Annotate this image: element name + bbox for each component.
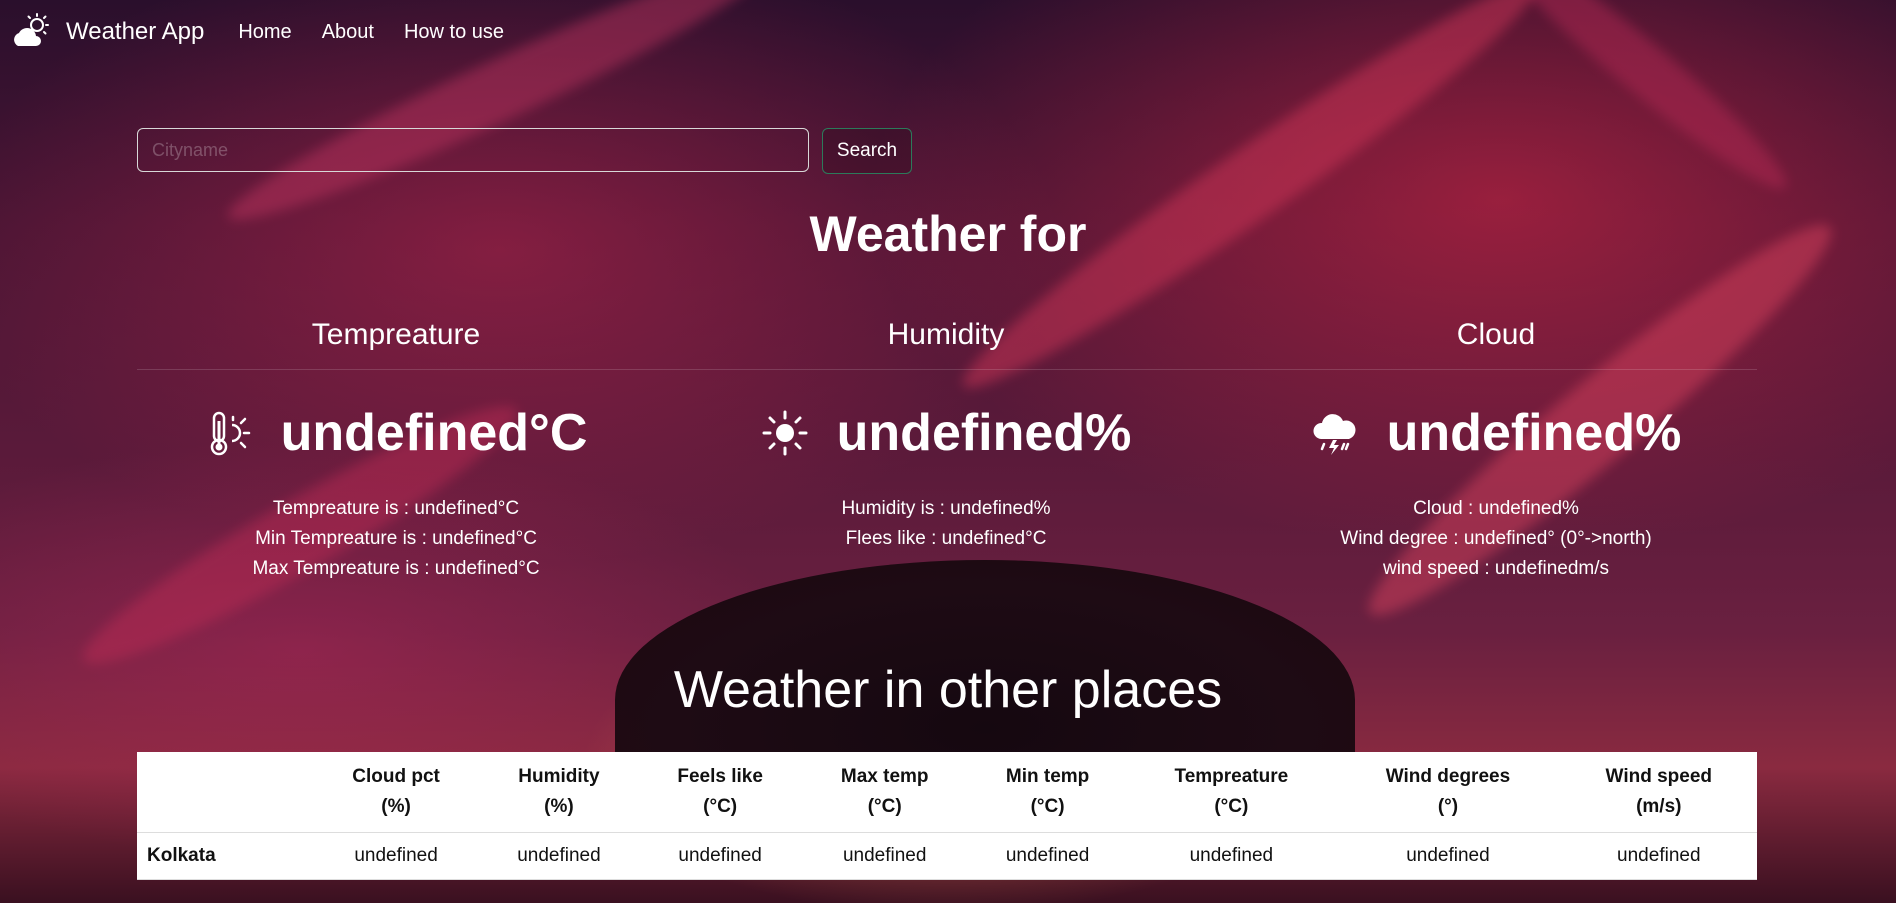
max-temperature-line: Max Tempreature is : undefined°C	[252, 558, 540, 579]
nav-link-about[interactable]: About	[322, 21, 374, 44]
cloud-lightning-rain-icon	[1313, 414, 1356, 455]
cloud-sun-icon	[14, 13, 49, 46]
humidity-card: Humidity undefined% Humidity is : undefi…	[671, 315, 1221, 554]
table-cell: undefined	[638, 832, 802, 880]
wind-degree-line: Wind degree : undefined° (0°->north)	[1340, 528, 1652, 549]
humidity-details: Humidity is : undefined% Flees like : un…	[671, 494, 1221, 554]
sun-icon	[762, 410, 808, 456]
table-cell-city: Kolkata	[137, 832, 313, 880]
cloud-header: Cloud	[1456, 318, 1536, 351]
feels-like-line: Flees like : undefined°C	[845, 528, 1047, 549]
temperature-details: Tempreature is : undefined°C Min Temprea…	[121, 494, 671, 584]
temperature-value-row: undefined°C	[121, 398, 671, 468]
table-header-cell: Wind degrees (°)	[1335, 752, 1561, 833]
table-cell: undefined	[1127, 832, 1336, 880]
humidity-header: Humidity	[887, 318, 1005, 351]
page-title: Weather for	[809, 206, 1087, 262]
temperature-header: Tempreature	[311, 318, 481, 351]
cloud-card: Cloud undefined% Cloud : undefined% Wind…	[1221, 315, 1771, 584]
table-cell: undefined	[313, 832, 480, 880]
table-header-cell: Min temp (°C)	[967, 752, 1128, 833]
thermometer-sun-icon	[210, 411, 250, 456]
cloud-details: Cloud : undefined% Wind degree : undefin…	[1221, 494, 1771, 584]
temperature-line: Tempreature is : undefined°C	[272, 498, 520, 519]
table-header-cell: Cloud pct (%)	[313, 752, 480, 833]
table-cell: undefined	[479, 832, 639, 880]
temperature-card: Tempreature undefined°C Tempreature is :…	[121, 315, 671, 584]
cloud-value-row: undefined%	[1221, 398, 1771, 468]
cloud-value: undefined%	[1386, 404, 1682, 462]
other-places-table: Cloud pct (%) Humidity (%) Feels like (°C) …	[137, 752, 1757, 880]
table-header-cell: Tempreature (°C)	[1127, 752, 1336, 833]
table-header-cell: Max temp (°C)	[801, 752, 968, 833]
table-header-cell: Wind speed (m/s)	[1560, 752, 1757, 833]
search-button[interactable]: Search	[822, 128, 912, 174]
table-cell: undefined	[1335, 832, 1561, 880]
wind-speed-line: wind speed : undefinedm/s	[1382, 558, 1610, 579]
table-header-cell: Humidity (%)	[479, 752, 639, 833]
humidity-value-row: undefined%	[671, 398, 1221, 468]
temperature-value: undefined°C	[280, 404, 588, 462]
table-cell: undefined	[1560, 832, 1757, 880]
brand[interactable]: Weather App	[10, 12, 204, 52]
nav-link-home[interactable]: Home	[238, 21, 291, 44]
humidity-value: undefined%	[836, 404, 1132, 462]
table-header-cell: Feels like (°C)	[638, 752, 802, 833]
table-cell: undefined	[801, 832, 968, 880]
table-row: Kolkata undefined undefined undefined un…	[137, 832, 1757, 880]
other-places-title: Weather in other places	[673, 661, 1223, 719]
table-header-city	[137, 752, 313, 833]
table-header-row: Cloud pct (%) Humidity (%) Feels like (°C) …	[137, 752, 1757, 833]
cloud-line: Cloud : undefined%	[1413, 498, 1579, 519]
navbar: Weather App Home About How to use	[0, 0, 1896, 64]
search-input[interactable]	[137, 128, 809, 172]
min-temperature-line: Min Tempreature is : undefined°C	[255, 528, 537, 549]
humidity-line: Humidity is : undefined%	[841, 498, 1051, 519]
nav-link-how-to-use[interactable]: How to use	[404, 21, 504, 44]
brand-title: Weather App	[66, 18, 205, 45]
table-cell: undefined	[967, 832, 1128, 880]
